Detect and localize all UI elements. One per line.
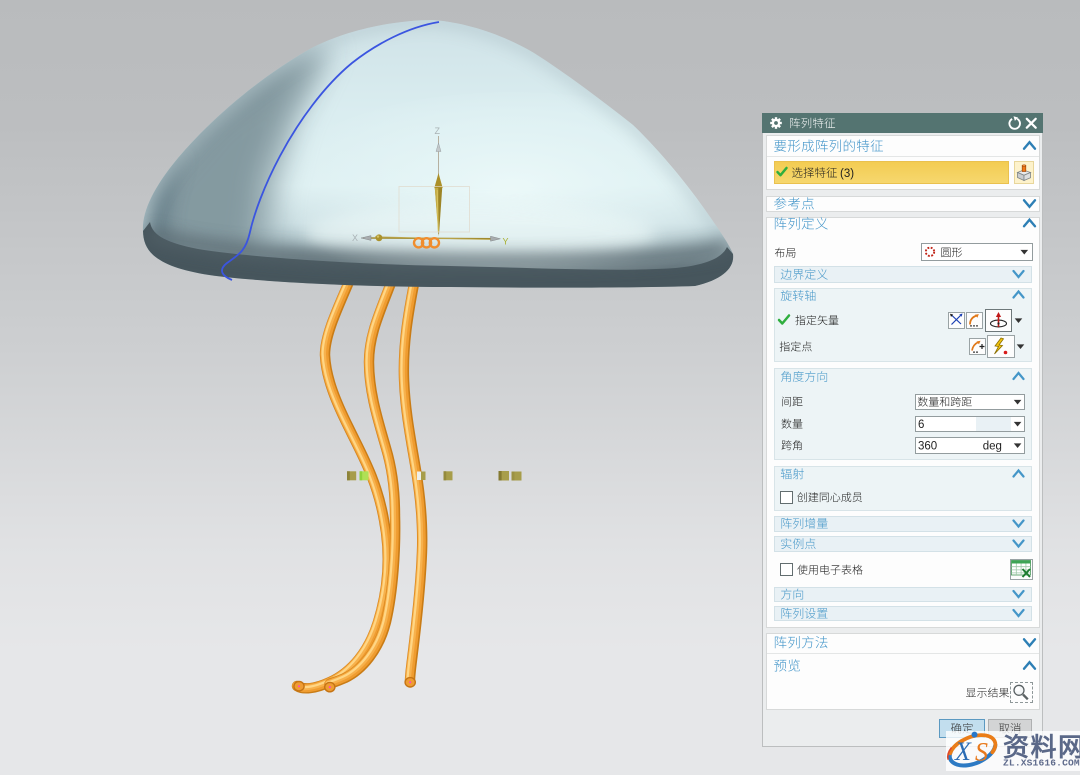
svg-text:360: 360 (918, 441, 937, 453)
svg-text:deg: deg (983, 441, 1002, 453)
svg-text:X: X (954, 737, 972, 766)
svg-text:6: 6 (918, 419, 924, 431)
svg-text:ZL.XS1616.COM: ZL.XS1616.COM (1003, 758, 1080, 769)
svg-text:(3): (3) (840, 168, 854, 180)
svg-text:S: S (975, 738, 988, 767)
